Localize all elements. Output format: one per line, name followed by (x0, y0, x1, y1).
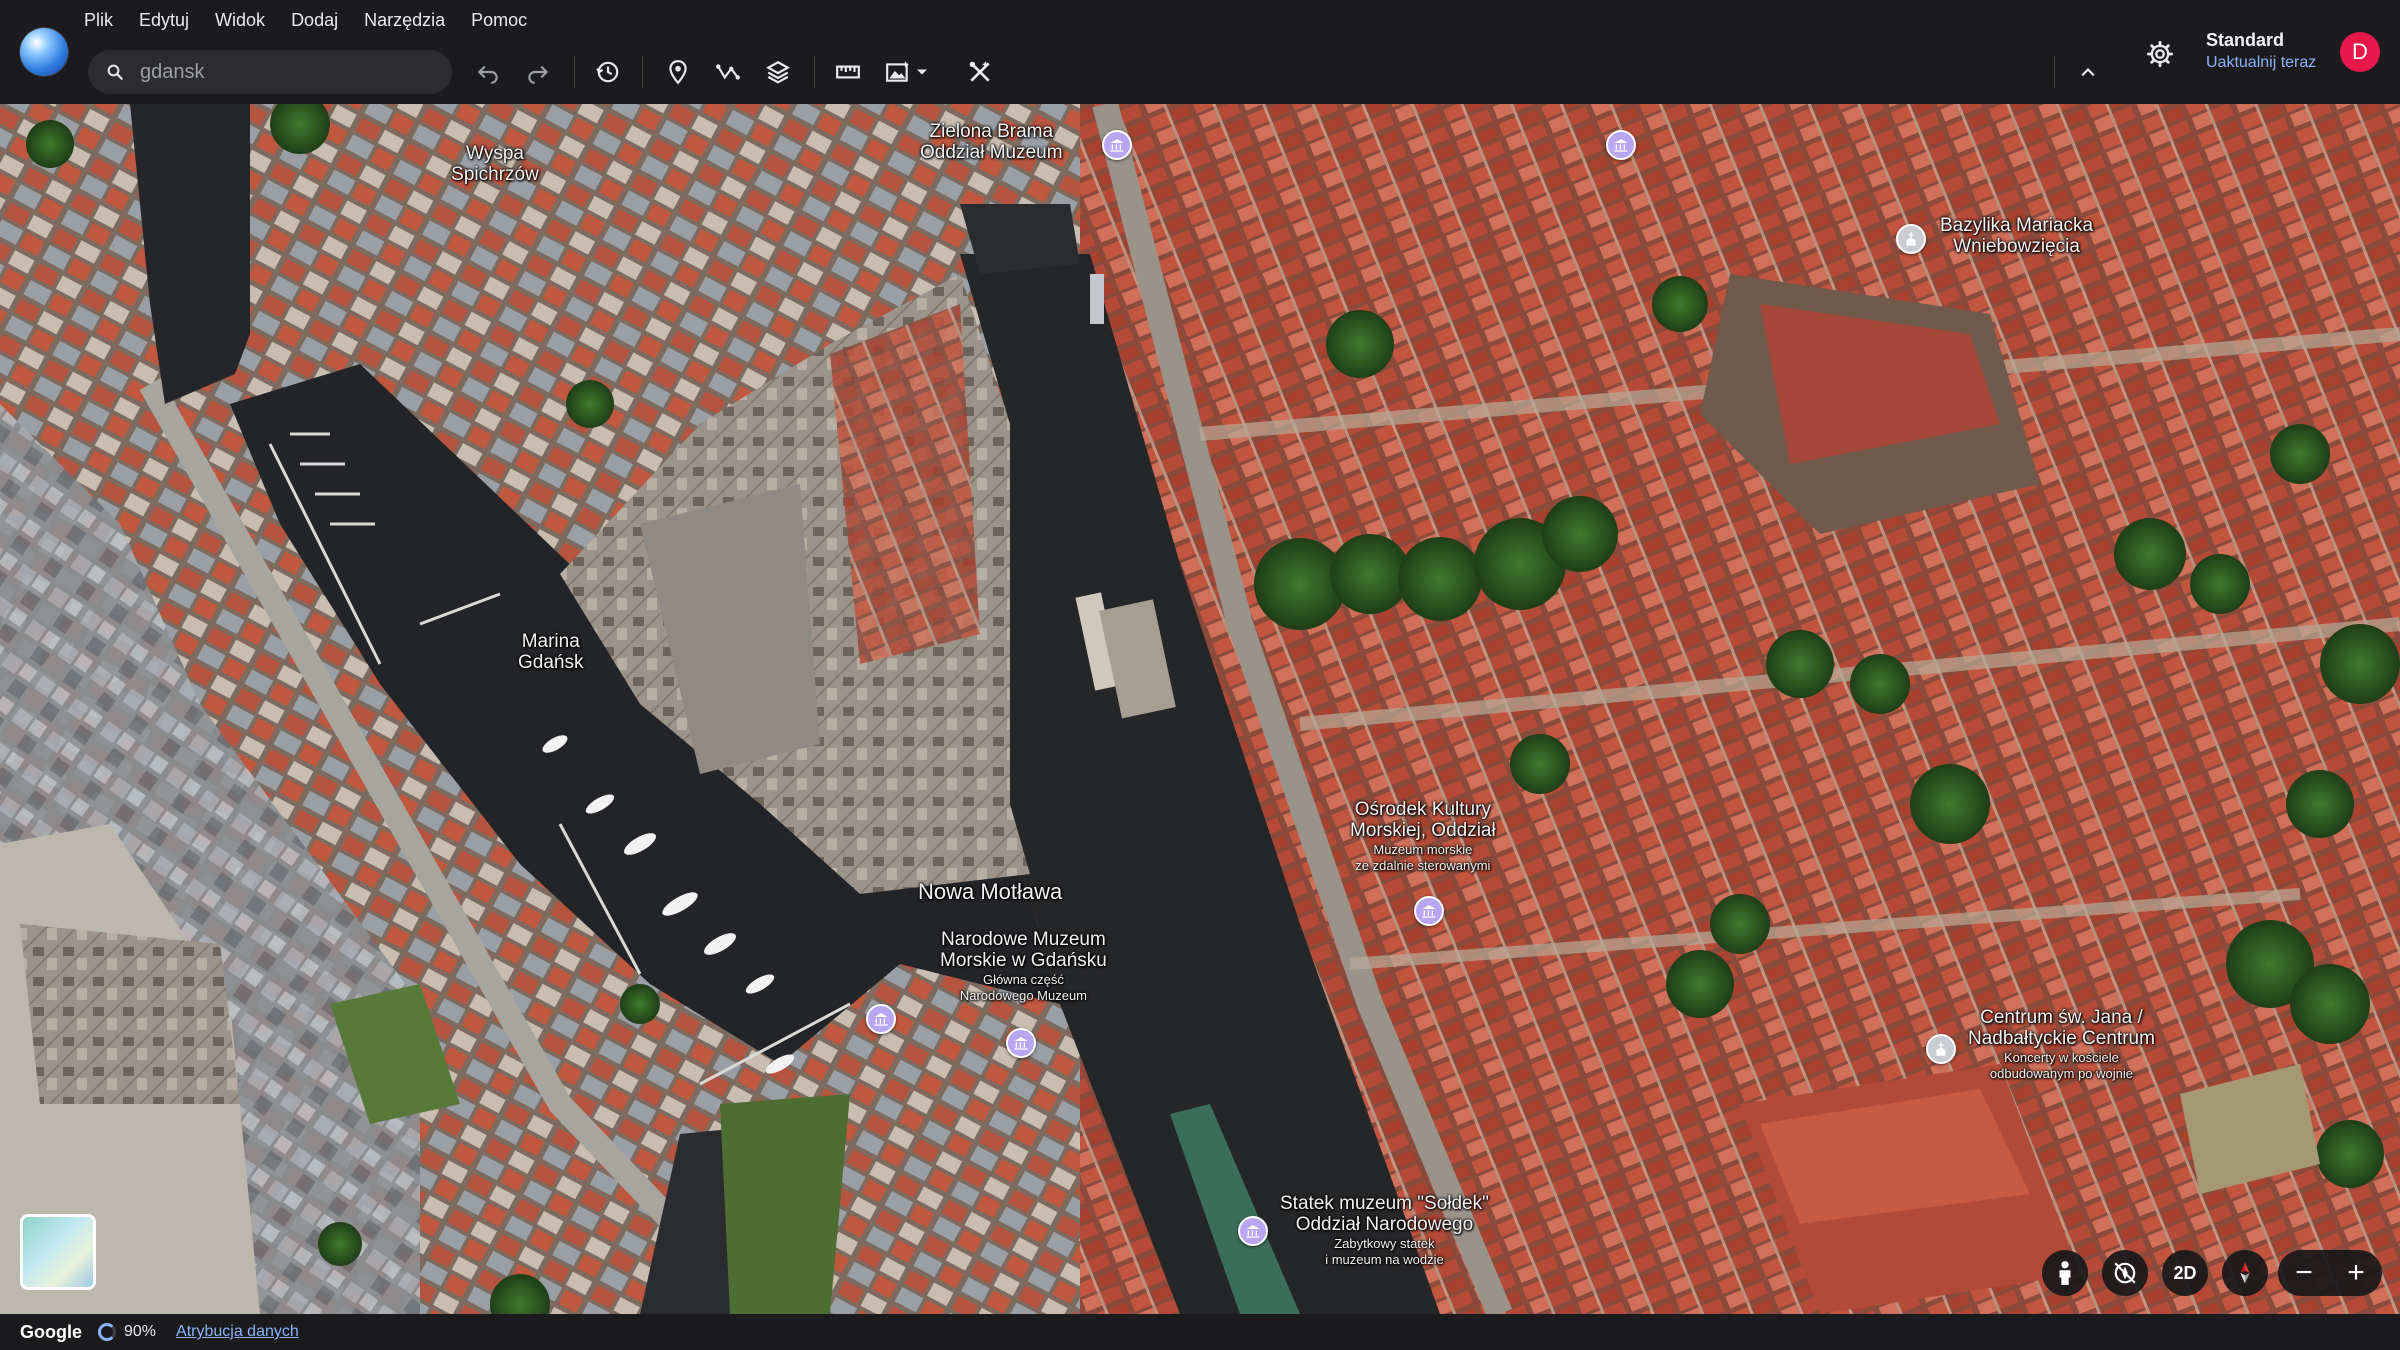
museum-pin[interactable] (1006, 1028, 1036, 1058)
satellite-imagery (0, 104, 2400, 1314)
church-pin[interactable] (1896, 224, 1926, 254)
map-label-nowa-motlawa: Nowa Motława (918, 879, 1063, 904)
compass-off-icon (2114, 1262, 2136, 1284)
placemark-icon (669, 60, 687, 85)
upgrade-link[interactable]: Uaktualnij teraz (2206, 54, 2316, 72)
museum-pin[interactable] (1606, 130, 1636, 160)
search-icon (107, 64, 123, 80)
photo-dropdown-button[interactable] (912, 54, 932, 90)
toolbar-divider (814, 56, 815, 88)
ruler-button[interactable] (830, 54, 866, 90)
reset-tilt-button[interactable] (2102, 1250, 2148, 1296)
menu-add[interactable]: Dodaj (291, 8, 352, 32)
collapse-toolbar-button[interactable] (2072, 56, 2104, 88)
map-label-centrum-sw-jana[interactable]: Centrum św. Jana / Nadbałtyckie Centrum … (1968, 1007, 2155, 1081)
map-label-narodowe-muzeum-morskie[interactable]: Narodowe Muzeum Morskie w Gdańsku Główna… (940, 929, 1107, 1003)
museum-icon (874, 1013, 888, 1026)
map-label-bazylika-mariacka[interactable]: Bazylika Mariacka Wniebowzięcia (1940, 215, 2093, 257)
settings-button[interactable] (2142, 36, 2178, 72)
menu-view[interactable]: Widok (215, 8, 279, 32)
church-pin[interactable] (1926, 1034, 1956, 1064)
layers-icon (766, 61, 790, 84)
map-label-marina-gdansk[interactable]: Marina Gdańsk (518, 631, 583, 673)
street-view-button[interactable] (2042, 1250, 2088, 1296)
path-icon (716, 64, 740, 80)
add-path-button[interactable] (710, 54, 746, 90)
menu-tools[interactable]: Narzędzia (364, 8, 459, 32)
museum-icon (1614, 139, 1628, 152)
compass-icon (2240, 1262, 2250, 1284)
add-placemark-button[interactable] (660, 54, 696, 90)
menu-bar: Plik Edytuj Widok Dodaj Narzędzia Pomoc (84, 8, 553, 32)
museum-pin[interactable] (1414, 896, 1444, 926)
chevron-up-icon (2081, 67, 2095, 77)
earth-logo-icon[interactable] (20, 28, 68, 76)
measure-tool-icon (969, 61, 990, 82)
map-style-thumbnail[interactable] (20, 1214, 96, 1290)
photo-icon (886, 61, 909, 82)
toggle-2d-button[interactable]: 2D (2162, 1250, 2208, 1296)
zoom-controls: − + (2278, 1250, 2382, 1296)
map-label-zielona-brama[interactable]: Zielona Brama Oddział Muzeum (920, 121, 1063, 163)
museum-icon (1246, 1225, 1260, 1238)
data-attribution-link[interactable]: Atrybucja danych (176, 1323, 299, 1341)
zoom-out-button[interactable]: − (2295, 1256, 2313, 1290)
dropdown-icon (917, 69, 927, 75)
top-bar: Plik Edytuj Widok Dodaj Narzędzia Pomoc (0, 0, 2400, 104)
menu-file[interactable]: Plik (84, 8, 127, 32)
history-button[interactable] (590, 54, 626, 90)
museum-pin[interactable] (1102, 130, 1132, 160)
museum-icon (1110, 139, 1124, 152)
map-label-wyspa-spichrzow[interactable]: Wyspa Spichrzów (440, 143, 550, 185)
museum-icon (1014, 1037, 1028, 1050)
toolbar-divider (642, 56, 643, 88)
pegman-icon (2059, 1261, 2071, 1285)
ruler-icon (836, 65, 860, 79)
menu-help[interactable]: Pomoc (471, 8, 541, 32)
photo-button[interactable] (880, 54, 916, 90)
museum-pin[interactable] (866, 1004, 896, 1034)
measure-tool-button[interactable] (962, 54, 998, 90)
status-bar: Google 90% Atrybucja danych (0, 1314, 2400, 1350)
loading-progress-percent: 90% (124, 1323, 157, 1340)
search-input[interactable] (140, 60, 420, 84)
undo-icon (477, 65, 498, 84)
avatar[interactable]: D (2340, 32, 2380, 72)
museum-icon (1422, 905, 1436, 918)
church-icon (1906, 232, 1916, 246)
map-view[interactable]: Wyspa Spichrzów Zielona Brama Oddział Mu… (0, 104, 2400, 1314)
gear-icon (2146, 40, 2174, 68)
map-label-osrodek-kultury[interactable]: Ośrodek Kultury Morskiej, Oddział Muzeum… (1350, 799, 1496, 873)
zoom-in-button[interactable]: + (2347, 1256, 2365, 1290)
loading-progress-icon (98, 1323, 116, 1341)
menu-edit[interactable]: Edytuj (139, 8, 203, 32)
search-box[interactable] (88, 50, 452, 94)
toolbar-divider (2054, 56, 2055, 88)
church-icon (1936, 1042, 1946, 1056)
google-logo: Google (20, 1321, 82, 1342)
toolbar-divider (574, 56, 575, 88)
map-label-statek-soldek[interactable]: Statek muzeum "Sołdek" Oddział Narodoweg… (1280, 1193, 1489, 1267)
museum-pin[interactable] (1238, 1216, 1268, 1246)
history-icon (596, 61, 619, 83)
compass-button[interactable] (2222, 1250, 2268, 1296)
redo-button[interactable] (520, 54, 556, 90)
undo-button[interactable] (470, 54, 506, 90)
redo-icon (528, 65, 549, 84)
layers-button[interactable] (760, 54, 796, 90)
plan-name: Standard (2206, 30, 2285, 50)
